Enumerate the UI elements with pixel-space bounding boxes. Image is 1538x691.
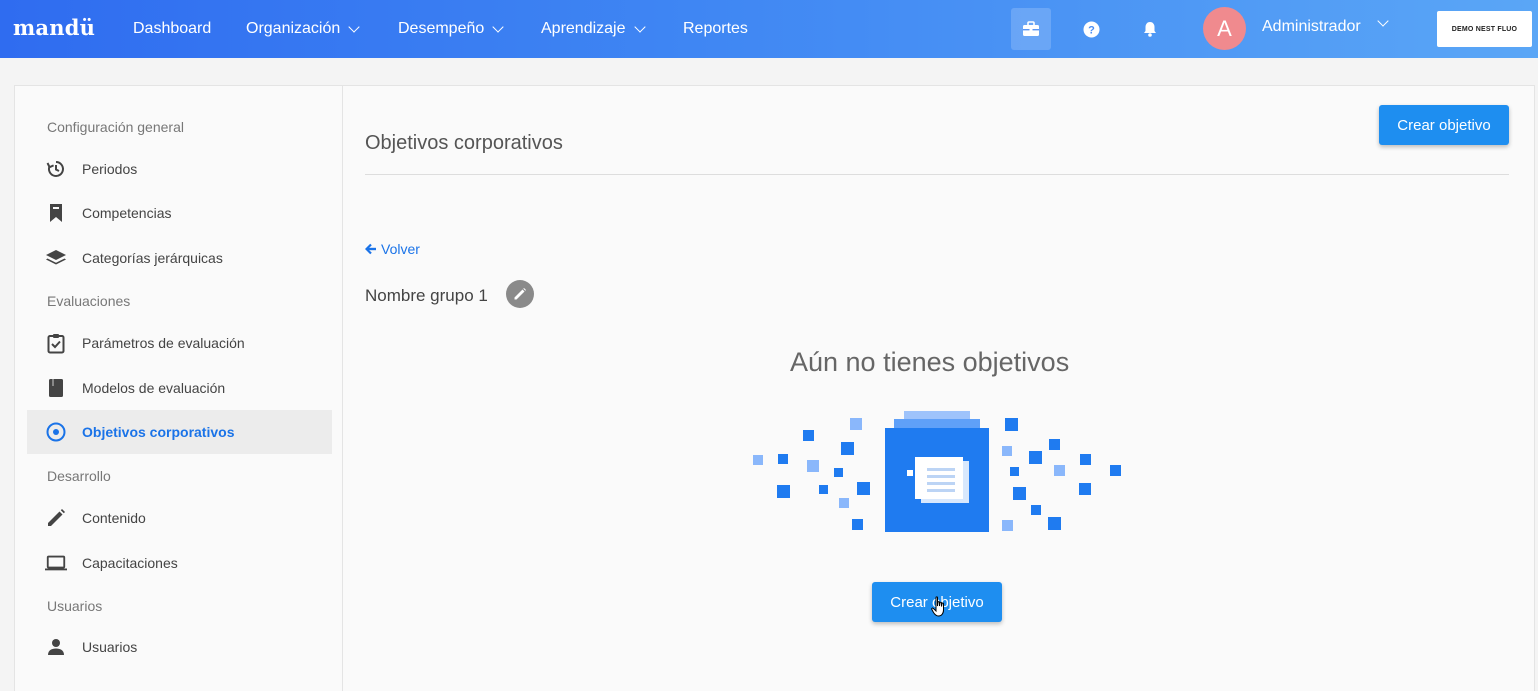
briefcase-icon <box>1023 21 1039 36</box>
nav-label: Aprendizaje <box>541 20 626 37</box>
sidebar-item-label: Parámetros de evaluación <box>82 335 245 351</box>
company-badge[interactable]: DEMO NEST FLUO <box>1437 11 1532 47</box>
nav-label: Desempeño <box>398 20 485 37</box>
empty-state-title: Aún no tienes objetivos <box>790 347 1070 377</box>
clipboard-check-icon <box>45 332 67 354</box>
briefcase-button[interactable] <box>1011 8 1051 50</box>
back-link-label: Volver <box>381 241 420 257</box>
nav-desempeno[interactable]: Desempeño <box>398 20 504 38</box>
nav-reportes[interactable]: Reportes <box>683 20 748 38</box>
help-button[interactable]: ? <box>1071 8 1111 50</box>
avatar[interactable]: A <box>1203 7 1246 50</box>
page-title: Objetivos corporativos <box>365 132 563 154</box>
empty-objectives-illustration <box>753 411 1121 532</box>
sidebar-item-label: Usuarios <box>82 639 138 655</box>
user-icon <box>45 636 67 658</box>
chevron-down-icon <box>633 20 646 33</box>
pencil-icon <box>45 507 67 529</box>
user-name[interactable]: Administrador <box>1262 18 1361 36</box>
target-icon <box>45 421 67 443</box>
nav-dashboard[interactable]: Dashboard <box>133 20 211 38</box>
laptop-icon <box>45 552 67 574</box>
sidebar-item-competencias[interactable]: Competencias <box>27 191 332 235</box>
sidebar-item-usuarios[interactable]: Usuarios <box>27 625 332 669</box>
sidebar-item-categorias[interactable]: Categorías jerárquicas <box>27 236 332 280</box>
section-title: Configuración general <box>47 119 184 135</box>
section-title: Evaluaciones <box>47 293 131 309</box>
notifications-button[interactable] <box>1130 8 1170 50</box>
svg-text:?: ? <box>1088 24 1095 36</box>
sidebar-item-label: Capacitaciones <box>82 555 178 571</box>
sidebar-item-label: Periodos <box>82 161 138 177</box>
nav-organizacion[interactable]: Organización <box>246 20 360 38</box>
section-title: Desarrollo <box>47 468 111 484</box>
settings-sidebar: Configuración general Periodos Competenc… <box>15 86 343 691</box>
chevron-down-icon[interactable] <box>1377 15 1389 27</box>
sidebar-item-objetivos[interactable]: Objetivos corporativos <box>27 410 332 454</box>
edit-group-button[interactable] <box>506 280 534 308</box>
help-icon: ? <box>1083 21 1099 37</box>
arrow-left-icon <box>365 243 376 255</box>
nav-label: Dashboard <box>133 20 212 37</box>
mandu-logo[interactable]: mandü <box>13 15 95 40</box>
book-icon <box>45 377 67 399</box>
nav-label: Organización <box>246 20 341 37</box>
section-title: Usuarios <box>47 598 103 614</box>
bookmark-icon <box>45 202 67 224</box>
sidebar-item-parametros[interactable]: Parámetros de evaluación <box>27 321 332 365</box>
pencil-icon <box>514 288 526 300</box>
history-icon <box>45 158 67 180</box>
chevron-down-icon <box>492 20 504 33</box>
create-objective-button[interactable]: Crear objetivo <box>1379 105 1509 145</box>
bell-icon <box>1144 22 1156 37</box>
nav-aprendizaje[interactable]: Aprendizaje <box>541 20 646 38</box>
sidebar-item-capacitaciones[interactable]: Capacitaciones <box>27 541 332 585</box>
title-divider <box>365 174 1509 175</box>
content-area: Objetivos corporativos Crear objetivo Vo… <box>344 86 1536 691</box>
back-link[interactable]: Volver <box>365 241 420 257</box>
sidebar-item-contenido[interactable]: Contenido <box>27 496 332 540</box>
chevron-down-icon <box>348 20 360 33</box>
nav-label: Reportes <box>683 20 748 37</box>
hand-cursor-icon <box>931 596 944 617</box>
main-card: Configuración general Periodos Competenc… <box>14 85 1535 691</box>
sidebar-item-label: Contenido <box>82 510 146 526</box>
sidebar-item-label: Modelos de evaluación <box>82 380 226 396</box>
group-name: Nombre grupo 1 <box>365 286 488 305</box>
sidebar-item-modelos[interactable]: Modelos de evaluación <box>27 366 332 410</box>
top-navbar: mandü Dashboard Organización Desempeño A… <box>0 0 1538 58</box>
sidebar-item-label: Categorías jerárquicas <box>82 250 223 266</box>
sidebar-item-label: Competencias <box>82 205 172 221</box>
layers-icon <box>45 247 67 269</box>
sidebar-item-label: Objetivos corporativos <box>82 424 235 440</box>
sidebar-item-periodos[interactable]: Periodos <box>27 147 332 191</box>
